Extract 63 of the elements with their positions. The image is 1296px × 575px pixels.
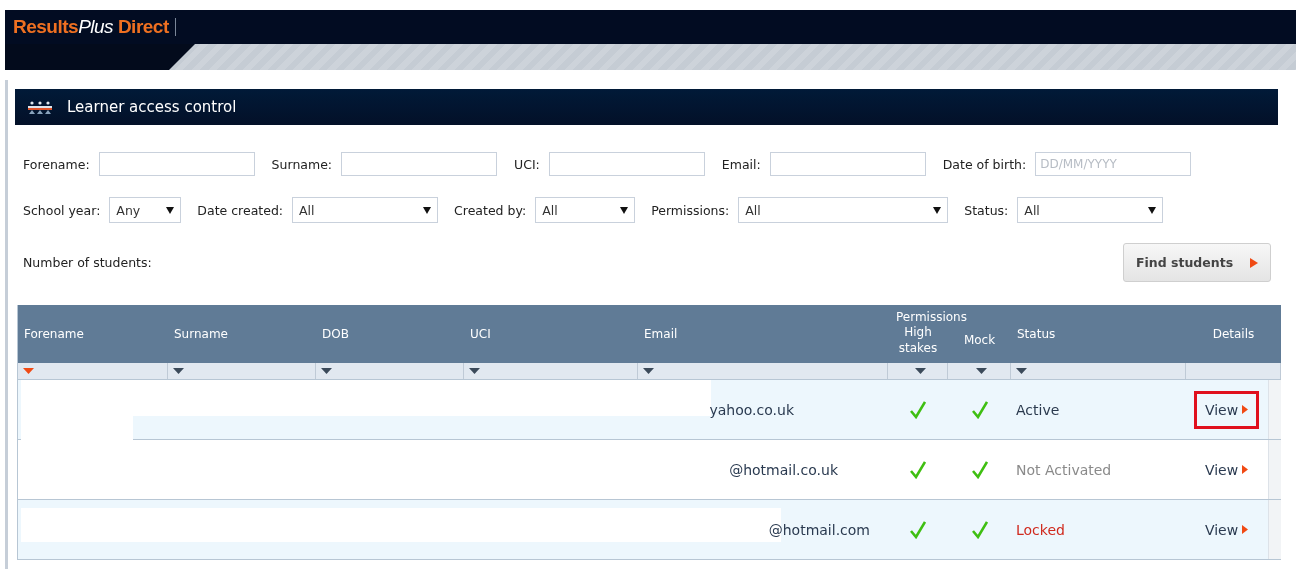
caret-icon — [620, 206, 629, 214]
sort-arrow-icon[interactable] — [321, 368, 332, 374]
field-label: Surname: — [271, 156, 333, 172]
text-field[interactable] — [548, 152, 705, 176]
column-header[interactable]: High stakes — [898, 325, 938, 357]
caret-icon — [1148, 206, 1157, 214]
dropdown[interactable]: All — [292, 197, 439, 223]
text-field[interactable] — [341, 152, 498, 176]
column-header[interactable]: Email — [644, 327, 678, 341]
count-label: Number of students: — [23, 255, 152, 270]
column-header[interactable]: Mock — [959, 333, 1000, 349]
sort-arrow-icon[interactable] — [173, 368, 184, 374]
text-field[interactable]: DD/MM/YYYY — [1035, 152, 1192, 176]
text-field[interactable] — [769, 152, 926, 176]
column-group-header: Permissions — [896, 310, 967, 324]
view-link[interactable]: View — [1193, 450, 1260, 489]
caret-icon — [933, 206, 942, 214]
text-field[interactable] — [98, 152, 255, 176]
scrollbar[interactable] — [1268, 380, 1281, 439]
find-students-button[interactable]: Find students — [1123, 243, 1271, 282]
view-link[interactable]: View — [1193, 390, 1260, 429]
field-label: UCI: — [514, 156, 540, 172]
column-header: Details — [1212, 327, 1255, 341]
sort-arrow-icon[interactable] — [1016, 368, 1027, 374]
email-text: @hotmail.co.uk — [729, 461, 838, 478]
dropdown[interactable]: All — [738, 197, 949, 223]
field-label: Permissions: — [651, 202, 730, 218]
status-text: Active — [1016, 401, 1060, 418]
field-label: Created by: — [454, 202, 527, 218]
view-link[interactable]: View — [1193, 510, 1260, 549]
column-header[interactable]: Status — [1017, 327, 1056, 341]
scrollbar[interactable] — [1268, 500, 1281, 559]
dropdown[interactable]: All — [1017, 197, 1164, 223]
email-text: @hotmail.com — [768, 521, 870, 538]
column-header[interactable]: Surname — [174, 327, 228, 341]
sort-arrow-icon[interactable] — [976, 368, 987, 374]
column-header[interactable]: DOB — [322, 327, 349, 341]
column-header[interactable]: Forename — [24, 327, 84, 341]
field-label: Date of birth: — [942, 156, 1027, 172]
email-text: yahoo.co.uk — [709, 401, 794, 418]
status-text: Not Activated — [1016, 461, 1112, 478]
sort-arrow-icon[interactable] — [914, 368, 926, 374]
field-label: Status: — [964, 202, 1009, 218]
caret-icon — [1242, 525, 1249, 534]
sort-arrow-icon[interactable] — [643, 368, 654, 374]
dropdown[interactable]: All — [535, 197, 636, 223]
caret-icon — [423, 206, 432, 214]
people-icon — [27, 100, 53, 114]
status-text: Locked — [1016, 521, 1065, 538]
caret-icon — [166, 206, 175, 214]
sort-arrow-icon[interactable] — [469, 368, 480, 374]
column-header[interactable]: UCI — [470, 327, 491, 341]
field-label: Email: — [721, 156, 761, 172]
caret-icon — [1242, 405, 1249, 414]
logo: ResultsPlus Direct — [13, 16, 169, 38]
field-label: Forename: — [23, 156, 90, 172]
caret-icon — [1242, 465, 1249, 474]
scrollbar[interactable] — [1268, 440, 1281, 499]
dropdown[interactable]: Any — [109, 197, 182, 223]
panel-title: Learner access control — [67, 98, 237, 116]
caret-icon — [1250, 257, 1258, 268]
field-label: Date created: — [197, 202, 284, 218]
field-label: School year: — [23, 202, 101, 218]
